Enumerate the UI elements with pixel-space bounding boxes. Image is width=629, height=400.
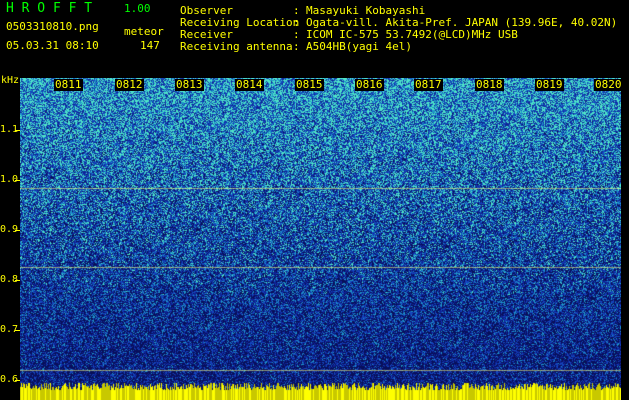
- freq-tick: [15, 130, 20, 131]
- freq-tick: [15, 330, 20, 331]
- time-label-0819: 0819: [535, 78, 564, 91]
- time-label-0818: 0818: [475, 78, 504, 91]
- file-name: 0503310810.png: [6, 20, 99, 33]
- antenna-label: Receiving antenna: [180, 40, 293, 53]
- freq-tick: [15, 230, 20, 231]
- time-label-0814: 0814: [235, 78, 264, 91]
- time-label-0811: 0811: [54, 78, 83, 91]
- event-count: 147: [140, 39, 160, 52]
- app-version: 1.00: [124, 2, 151, 15]
- time-label-0816: 0816: [355, 78, 384, 91]
- time-label-0817: 0817: [414, 78, 443, 91]
- antenna-sep: :: [293, 40, 300, 53]
- freq-tick: [15, 380, 20, 381]
- freq-unit-label: kHz: [1, 75, 20, 86]
- freq-tick: [15, 180, 20, 181]
- time-label-0820: 0820: [594, 78, 623, 91]
- mode-label: meteor: [124, 25, 164, 38]
- time-label-0813: 0813: [175, 78, 204, 91]
- time-label-0812: 0812: [115, 78, 144, 91]
- spectrogram-canvas: [20, 78, 621, 400]
- antenna-value: A504HB(yagi 4el): [306, 40, 412, 53]
- time-label-0815: 0815: [295, 78, 324, 91]
- app-title: H R O F F T: [6, 1, 93, 16]
- freq-tick: [15, 280, 20, 281]
- spectrogram: [20, 78, 621, 400]
- file-datetime: 05.03.31 08:10: [6, 39, 99, 52]
